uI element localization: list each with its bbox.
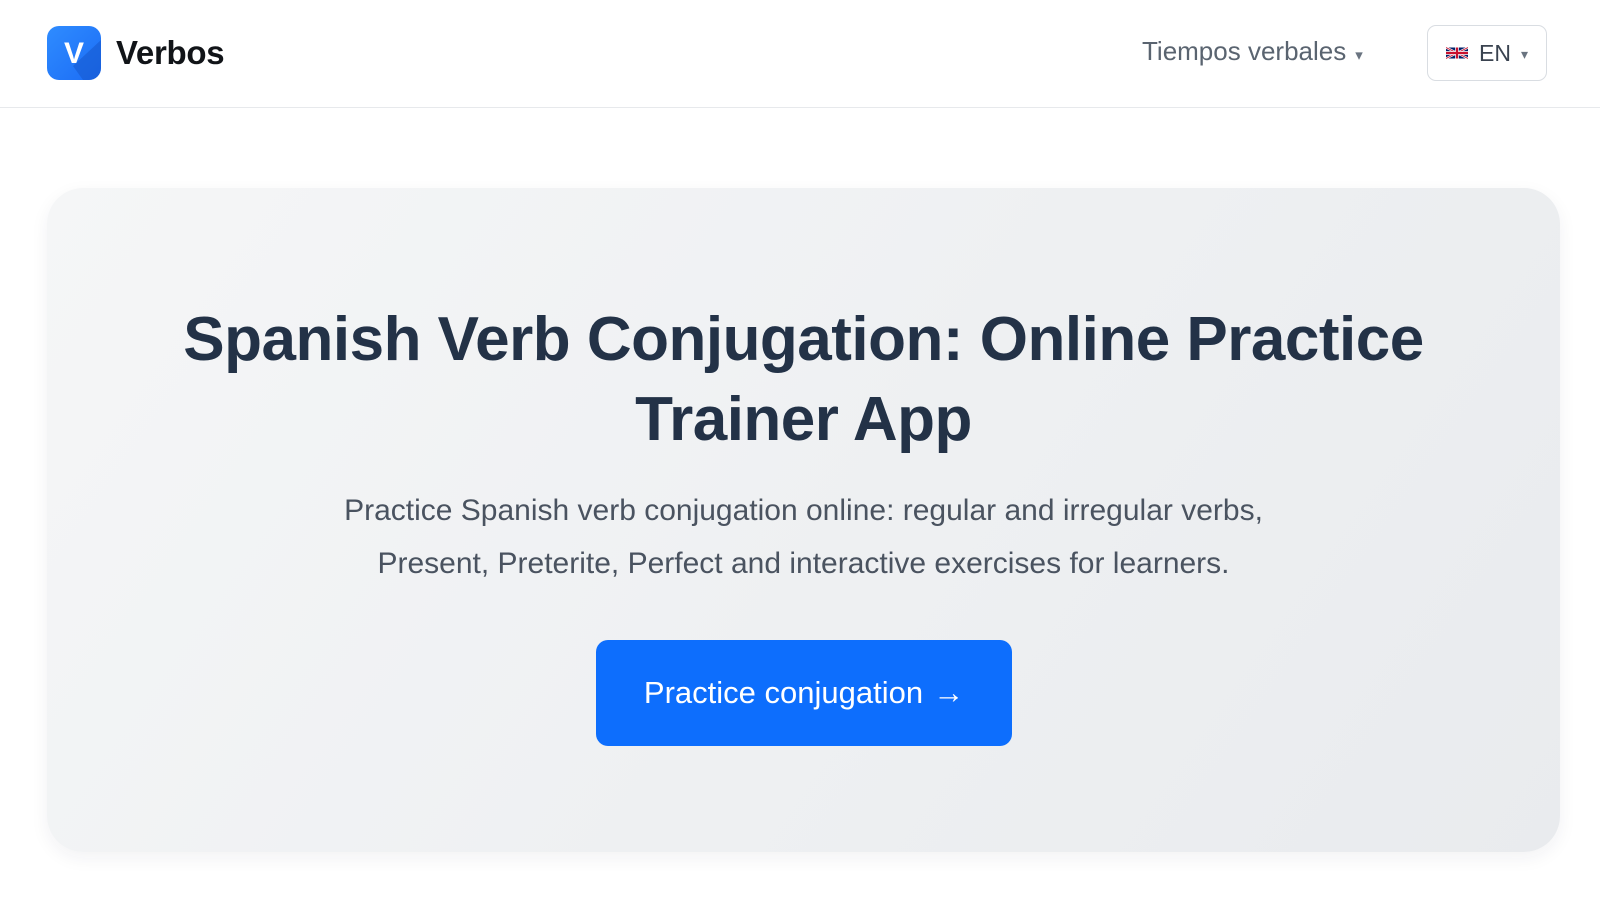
brand-name: Verbos: [116, 34, 225, 71]
logo-letter: V: [64, 37, 84, 70]
language-code: EN: [1479, 39, 1511, 66]
chevron-down-icon: ▾: [1520, 45, 1528, 62]
brand-home-link[interactable]: V Verbos: [47, 26, 225, 80]
top-navbar: V Verbos Tiempos verbales ▾ EN ▾: [0, 0, 1600, 108]
language-selector[interactable]: EN ▾: [1427, 25, 1547, 81]
hero-subtitle: Practice Spanish verb conjugation online…: [344, 494, 1263, 580]
tenses-dropdown-label: Tiempos verbales: [1142, 36, 1347, 66]
verbos-logo-icon: V: [47, 26, 101, 80]
practice-conjugation-button[interactable]: Practice conjugation →: [596, 640, 1012, 746]
hero-section: Spanish Verb Conjugation: Online Practic…: [47, 188, 1560, 852]
cta-label: Practice conjugation: [643, 675, 924, 710]
arrow-right-icon: →: [933, 675, 965, 710]
chevron-down-icon: ▾: [1355, 46, 1363, 64]
uk-flag-icon: [1446, 46, 1468, 60]
tenses-dropdown[interactable]: Tiempos verbales ▾: [1142, 36, 1363, 67]
hero-title: Spanish Verb Conjugation: Online Practic…: [183, 305, 1424, 454]
